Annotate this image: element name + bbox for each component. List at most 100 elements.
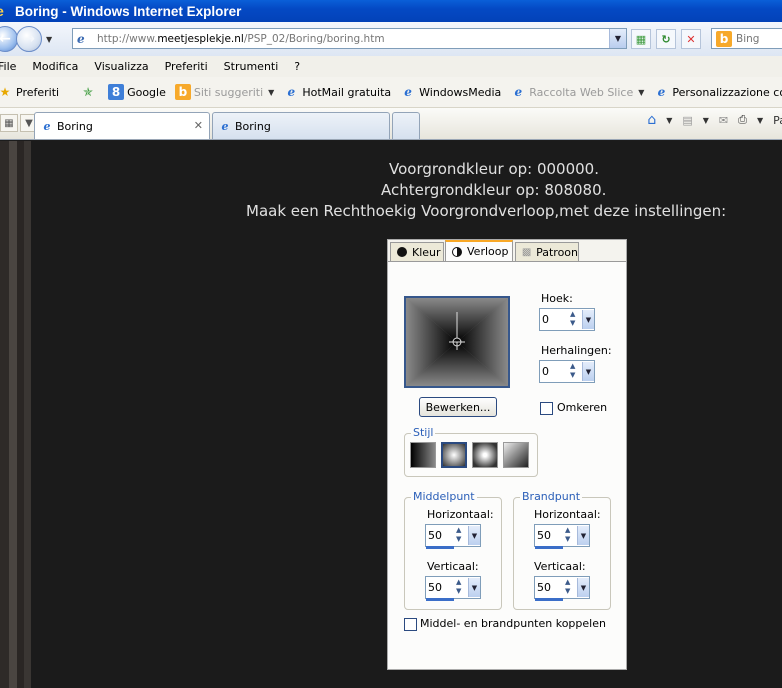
mid-horizontaal-level	[426, 546, 454, 549]
brand-verticaal-spinner[interactable]: ▲▼ ▼	[534, 576, 590, 601]
search-box[interactable]: b	[711, 28, 782, 49]
favorites-button[interactable]: ★ Preferiti	[0, 84, 59, 100]
mail-icon[interactable]: ✉	[719, 114, 728, 127]
mid-horizontaal-up-down[interactable]: ▲ ▼	[456, 526, 468, 545]
brand-verticaal-label: Verticaal:	[534, 560, 586, 573]
brandpunt-group: Brandpunt Horizontaal: ▲▼ ▼ Verticaal: ▲…	[513, 490, 611, 610]
compatibility-view-icon[interactable]: ▦	[631, 29, 651, 49]
style-rectangular-button[interactable]	[441, 442, 467, 468]
address-bar[interactable]: e http://www.meetjesplekje.nl/PSP_02/Bor…	[72, 28, 627, 49]
command-bar: ⌂ ▼ ▤ ▼ ✉ ⎙ ▼ Pa	[637, 112, 782, 128]
herhalingen-input[interactable]	[540, 365, 570, 378]
tab-kleur-label: Kleur	[412, 245, 441, 259]
menu-bar: File Modifica Visualizza Preferiti Strum…	[0, 56, 782, 77]
menu-visualizza[interactable]: Visualizza	[94, 60, 148, 73]
ie-page-icon: e	[221, 119, 229, 133]
stop-icon[interactable]: ✕	[681, 29, 701, 49]
tab-verloop[interactable]: Verloop	[445, 240, 513, 261]
brand-verticaal-input[interactable]	[535, 581, 565, 594]
menu-help[interactable]: ?	[294, 60, 300, 73]
print-icon[interactable]: ⎙	[738, 113, 747, 127]
forward-button[interactable]: →	[16, 26, 42, 52]
menu-strumenti[interactable]: Strumenti	[224, 60, 279, 73]
herhalingen-up-down[interactable]: ▲ ▼	[570, 362, 582, 381]
verloop-tab-body: Hoek: ▲▼ ▼ Herhalingen: ▲▼ ▼ Bewerken...…	[388, 261, 626, 669]
refresh-icon[interactable]: ↻	[656, 29, 676, 49]
chevron-down-icon: ▼	[638, 87, 645, 97]
tab-kleur[interactable]: Kleur	[390, 242, 444, 261]
hoek-spinner[interactable]: ▲▼ ▼	[539, 308, 595, 331]
address-url[interactable]: http://www.meetjesplekje.nl/PSP_02/Borin…	[97, 33, 385, 45]
style-linear-button[interactable]	[410, 442, 436, 468]
decor-strip	[17, 141, 24, 688]
fav-siti-suggeriti[interactable]: b Siti suggeriti ▼	[174, 84, 274, 100]
fav-web-slice[interactable]: e Raccolta Web Slice ▼	[510, 84, 644, 100]
gradient-preview[interactable]	[404, 296, 510, 388]
brand-verticaal-up-down[interactable]: ▲ ▼	[565, 578, 577, 597]
close-tab-icon[interactable]: ✕	[194, 119, 203, 132]
new-tab-button[interactable]	[392, 112, 420, 139]
chevron-down-icon[interactable]: ▼	[703, 116, 709, 125]
brand-horizontaal-up-down[interactable]: ▲ ▼	[565, 526, 577, 545]
tab-patroon[interactable]: ▩ Patroon	[515, 242, 579, 261]
fav-hotmail[interactable]: e HotMail gratuita	[283, 84, 392, 100]
brand-verticaal-dropdown[interactable]: ▼	[577, 578, 589, 597]
stijl-group: Stijl	[404, 426, 538, 477]
fav-personalizzazione[interactable]: e Personalizzazione collegamenti	[653, 84, 782, 100]
koppelen-checkbox[interactable]	[404, 618, 417, 631]
tab-patroon-label: Patroon	[536, 245, 578, 259]
instruction-line-1: Voorgrondkleur op: 000000.	[389, 160, 599, 178]
hoek-up-down[interactable]: ▲ ▼	[570, 310, 582, 329]
google-icon: 8	[108, 84, 125, 100]
menu-modifica[interactable]: Modifica	[32, 60, 78, 73]
fav-web-slice-label: Raccolta Web Slice	[529, 85, 634, 99]
menu-file[interactable]: File	[0, 60, 16, 73]
mid-verticaal-up-down[interactable]: ▲ ▼	[456, 578, 468, 597]
mid-horizontaal-dropdown[interactable]: ▼	[468, 526, 480, 545]
bewerken-button[interactable]: Bewerken...	[419, 397, 497, 417]
add-favorite-button[interactable]: ✯	[80, 84, 99, 100]
brand-verticaal-level	[535, 598, 563, 601]
feeds-icon[interactable]: ▤	[682, 114, 692, 127]
decor-strip	[0, 141, 9, 688]
instruction-line-3: Maak een Rechthoekig Voorgrondverloop,me…	[246, 202, 727, 220]
window-title: Boring - Windows Internet Explorer	[15, 3, 242, 19]
ie-page-icon: e	[657, 85, 666, 99]
mid-verticaal-label: Verticaal:	[427, 560, 479, 573]
ie-page-icon: e	[404, 85, 412, 99]
tab-boring-active[interactable]: e Boring ✕	[34, 112, 210, 139]
mid-horizontaal-input[interactable]	[426, 529, 456, 542]
pattern-icon: ▩	[521, 246, 532, 258]
brand-horizontaal-dropdown[interactable]: ▼	[577, 526, 589, 545]
mid-horizontaal-spinner[interactable]: ▲▼ ▼	[425, 524, 481, 549]
recent-pages-dropdown[interactable]: ▼	[46, 35, 58, 44]
mid-verticaal-input[interactable]	[426, 581, 456, 594]
page-menu-button[interactable]: Pa	[773, 114, 782, 127]
style-radial-button[interactable]	[503, 442, 529, 468]
fav-windowsmedia[interactable]: e WindowsMedia	[400, 84, 501, 100]
menu-preferiti[interactable]: Preferiti	[165, 60, 208, 73]
style-sunburst-button[interactable]	[472, 442, 498, 468]
chevron-down-icon[interactable]: ▼	[666, 116, 672, 125]
tab-verloop-label: Verloop	[467, 245, 509, 258]
chevron-down-icon[interactable]: ▼	[757, 116, 763, 125]
address-dropdown-button[interactable]: ▼	[609, 29, 626, 48]
title-bar: e Boring - Windows Internet Explorer	[0, 0, 782, 22]
gradient-preview-image	[406, 298, 508, 386]
tab-boring[interactable]: e Boring	[212, 112, 390, 139]
fav-google[interactable]: 8 Google	[108, 84, 166, 100]
omkeren-checkbox[interactable]	[540, 402, 553, 415]
search-input[interactable]	[736, 32, 782, 45]
hoek-input[interactable]	[540, 313, 570, 326]
mid-verticaal-spinner[interactable]: ▲▼ ▼	[425, 576, 481, 601]
herhalingen-spinner[interactable]: ▲▼ ▼	[539, 360, 595, 383]
brand-horizontaal-spinner[interactable]: ▲▼ ▼	[534, 524, 590, 549]
herhalingen-dropdown[interactable]: ▼	[582, 362, 594, 381]
home-icon[interactable]: ⌂	[647, 112, 656, 128]
star-icon: ★	[0, 85, 11, 99]
brand-horizontaal-input[interactable]	[535, 529, 565, 542]
quick-tabs-icon[interactable]: ▦	[0, 114, 18, 132]
decor-strip	[24, 141, 31, 688]
mid-verticaal-dropdown[interactable]: ▼	[468, 578, 480, 597]
hoek-dropdown[interactable]: ▼	[582, 310, 594, 329]
